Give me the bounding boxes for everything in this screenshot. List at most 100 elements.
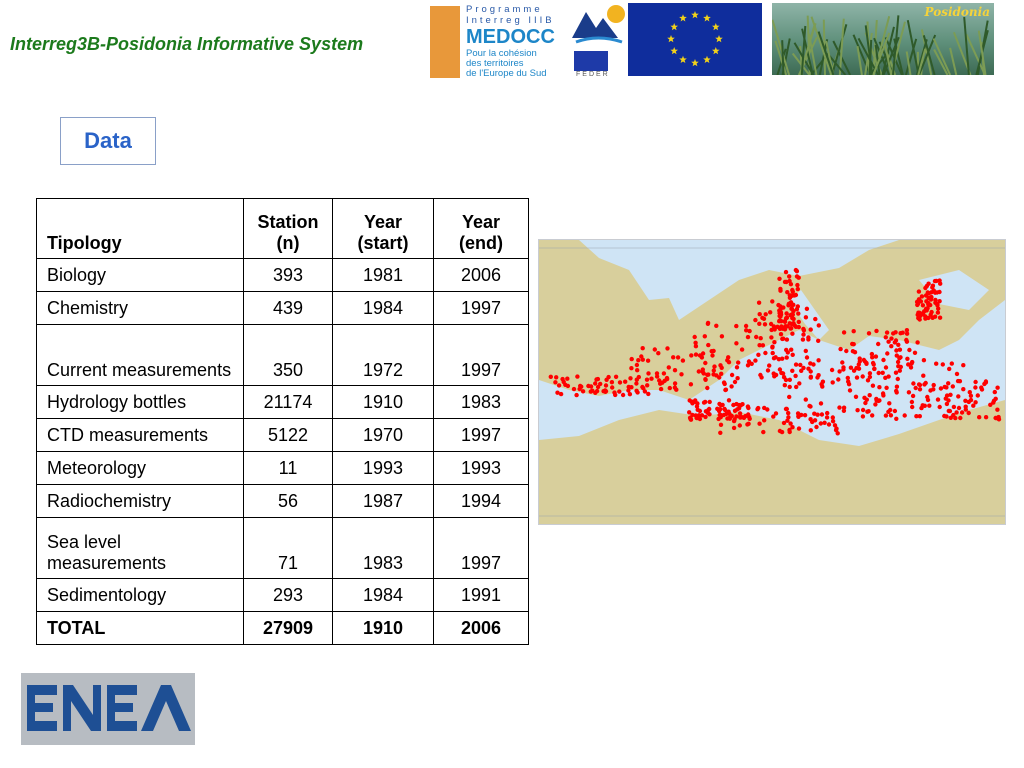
cell-year-end: 1997 bbox=[433, 517, 529, 579]
seagrass-blade bbox=[949, 47, 958, 75]
station-dot bbox=[610, 385, 615, 390]
station-dot bbox=[769, 335, 774, 340]
enea-logo bbox=[21, 673, 195, 745]
station-dot bbox=[634, 362, 640, 368]
eu-star bbox=[670, 47, 678, 55]
station-dot bbox=[895, 376, 900, 382]
station-dot bbox=[870, 413, 875, 418]
station-dot bbox=[819, 412, 825, 417]
station-dot bbox=[938, 386, 944, 391]
station-dot bbox=[675, 355, 681, 360]
station-dot bbox=[801, 328, 807, 333]
station-dot bbox=[788, 282, 794, 287]
station-dot bbox=[915, 312, 920, 317]
station-dot bbox=[921, 358, 927, 363]
station-dot bbox=[874, 328, 879, 334]
cell-station: 293 bbox=[243, 578, 333, 612]
station-dot bbox=[856, 366, 862, 371]
station-dot bbox=[679, 372, 684, 377]
station-dot bbox=[852, 350, 858, 355]
station-dot bbox=[946, 408, 951, 414]
cell-year-end: 1997 bbox=[433, 291, 529, 325]
station-dot bbox=[800, 337, 806, 342]
station-dot bbox=[634, 381, 639, 386]
station-dot bbox=[778, 286, 783, 292]
station-dot bbox=[860, 407, 866, 413]
station-dot bbox=[787, 377, 792, 382]
medocc-name: MEDOCC bbox=[466, 26, 555, 48]
eu-flag-logo bbox=[628, 3, 762, 76]
station-dot bbox=[797, 381, 802, 386]
station-dot bbox=[803, 397, 808, 402]
station-dot bbox=[777, 276, 782, 281]
station-dot bbox=[873, 402, 878, 407]
station-dot bbox=[780, 371, 786, 376]
station-dot bbox=[772, 340, 777, 345]
station-dot bbox=[789, 306, 794, 311]
medocc-program-line2: Interreg IIIB bbox=[466, 15, 555, 26]
station-dot bbox=[783, 316, 789, 321]
eu-star bbox=[679, 14, 687, 22]
station-dot bbox=[693, 344, 699, 349]
cell-station: 5122 bbox=[243, 418, 333, 452]
station-dot bbox=[966, 410, 971, 416]
station-dot bbox=[700, 369, 705, 374]
station-dot bbox=[711, 368, 716, 373]
header-year-end: Year (end) bbox=[433, 198, 529, 259]
station-dot bbox=[803, 348, 808, 354]
station-dot bbox=[654, 374, 660, 379]
station-dot bbox=[806, 337, 811, 342]
station-dot bbox=[720, 402, 725, 408]
table-row: Meteorology 11 1993 1993 bbox=[36, 451, 529, 485]
station-dot bbox=[910, 393, 916, 399]
station-dot bbox=[886, 409, 891, 414]
station-dot bbox=[801, 365, 806, 371]
station-dot bbox=[894, 390, 899, 395]
table-row: CTD measurements 5122 1970 1997 bbox=[36, 418, 529, 452]
station-dot bbox=[789, 347, 794, 352]
cell-year-start: 1987 bbox=[332, 484, 434, 518]
feder-label: FEDER bbox=[576, 71, 610, 78]
station-dot bbox=[784, 311, 789, 316]
station-dot bbox=[795, 286, 800, 292]
station-dot bbox=[661, 371, 667, 376]
station-dot bbox=[833, 427, 839, 433]
station-dot bbox=[784, 279, 789, 285]
data-table: Tipology Station (n) Year (start) Year (… bbox=[36, 198, 529, 645]
station-dot bbox=[644, 377, 650, 382]
station-dot bbox=[971, 403, 976, 408]
station-dot bbox=[620, 392, 626, 398]
station-dot bbox=[925, 394, 930, 400]
station-dot bbox=[709, 349, 714, 354]
medocc-sub-line3: de l'Europe du Sud bbox=[466, 68, 547, 79]
station-dot bbox=[841, 367, 846, 372]
station-dot bbox=[737, 423, 742, 428]
station-dot bbox=[864, 397, 869, 402]
station-dot bbox=[830, 380, 835, 385]
station-dot bbox=[920, 311, 925, 316]
cell-year-end: 1997 bbox=[433, 324, 529, 386]
table-row: Biology 393 1981 2006 bbox=[36, 258, 529, 292]
station-dot bbox=[902, 413, 907, 418]
station-dot bbox=[926, 315, 931, 321]
station-dot bbox=[801, 332, 806, 337]
station-dot bbox=[884, 330, 890, 335]
station-dot bbox=[690, 412, 695, 418]
station-dot bbox=[855, 408, 860, 413]
station-dot bbox=[707, 412, 712, 417]
station-dot bbox=[891, 331, 896, 336]
station-dot bbox=[935, 310, 941, 315]
station-dot bbox=[851, 329, 856, 334]
station-dot bbox=[963, 407, 968, 412]
cell-total-year-start: 1910 bbox=[332, 611, 434, 645]
station-dot bbox=[892, 408, 898, 414]
station-dot bbox=[699, 413, 705, 418]
station-dot bbox=[603, 389, 609, 394]
station-dot bbox=[889, 344, 894, 349]
station-dot bbox=[886, 374, 891, 379]
cell-tipology: Sedimentology bbox=[36, 578, 244, 612]
station-dot bbox=[896, 342, 901, 347]
cell-year-end: 1991 bbox=[433, 578, 529, 612]
station-dot bbox=[864, 361, 869, 366]
station-dot bbox=[646, 371, 651, 376]
